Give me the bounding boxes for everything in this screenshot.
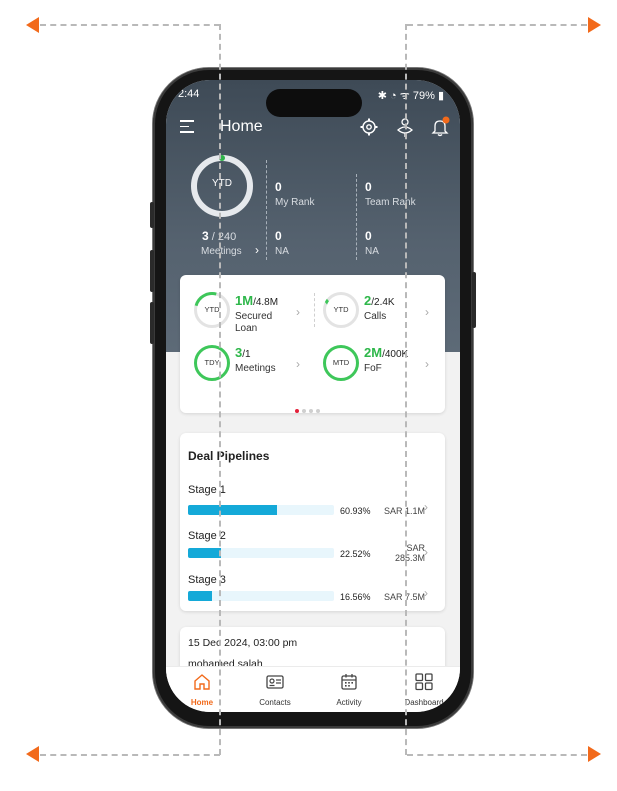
app-screen: 2:44 ✱ ◔ ᯤ 79% ▮ Home YTD 3 / 240 Meetin…	[166, 80, 460, 712]
na-label-2: NA	[365, 246, 379, 257]
kpi-ring-meetings: TDY	[194, 345, 230, 381]
arrow-bottom-right-icon	[588, 746, 601, 762]
bell-icon[interactable]	[429, 116, 451, 138]
kpi-ring-fof: MTD	[323, 345, 359, 381]
nav-contacts-label: Contacts	[259, 698, 291, 707]
my-rank-label: My Rank	[275, 197, 315, 208]
kpi-ring-secured-loan: YTD	[187, 285, 237, 335]
kpi-meetings-chevron-icon[interactable]: ›	[296, 357, 300, 371]
kpi-label-fof: FoF	[364, 363, 382, 374]
arrow-top-left-icon	[26, 17, 39, 33]
kpi-value-meetings: 3/1	[235, 345, 251, 360]
stage-2-chevron-icon[interactable]: ›	[424, 545, 428, 559]
guide-line-vertical-left	[219, 24, 221, 755]
nav-activity-label: Activity	[336, 698, 362, 707]
meetings-chevron-icon[interactable]: ›	[255, 243, 259, 257]
stage-3-percent: 16.56%	[340, 592, 371, 602]
nav-dashboard-label: Dashboard	[404, 698, 444, 707]
team-rank-value: 0	[365, 180, 372, 194]
stage-2-progress-fill	[188, 548, 221, 558]
top-bar: Home	[166, 116, 460, 140]
stage-2-amount: SAR 285.3M	[394, 543, 425, 563]
nav-home-label: Home	[190, 698, 214, 707]
dynamic-island	[266, 89, 362, 117]
home-icon	[194, 674, 210, 690]
bottom-nav: Home Contacts Activity Dashboard	[166, 666, 460, 712]
guide-line-vertical-right	[405, 24, 407, 755]
kpi-label-secured-loan: Secured Loan	[235, 311, 273, 334]
stage-1-chevron-icon[interactable]: ›	[424, 500, 428, 514]
stage-3-progress-fill	[188, 591, 213, 601]
na-value-1: 0	[275, 229, 282, 243]
menu-icon[interactable]	[180, 120, 194, 134]
guide-line-top-left	[40, 24, 220, 26]
ytd-ring-label: YTD	[212, 178, 232, 189]
kpi-value-fof: 2M/400K	[364, 345, 409, 360]
kpi-label-calls: Calls	[364, 311, 387, 322]
guide-line-bottom-left	[40, 754, 220, 756]
arrow-top-right-icon	[588, 17, 601, 33]
kpi-fof-chevron-icon[interactable]: ›	[425, 357, 429, 371]
guide-line-top-right	[407, 24, 587, 26]
na-value-2: 0	[365, 229, 372, 243]
nav-dashboard[interactable]: Dashboard	[394, 673, 454, 707]
kpi-calls-chevron-icon[interactable]: ›	[425, 305, 429, 319]
phone-side-button	[150, 202, 154, 228]
summary-divider-1	[266, 160, 267, 260]
ytd-progress-ring: YTD	[191, 155, 253, 217]
na-label-1: NA	[275, 246, 289, 257]
gear-icon[interactable]	[358, 116, 380, 138]
guide-line-bottom-right	[407, 754, 587, 756]
page-title: Home	[220, 118, 263, 135]
phone-power-button	[472, 272, 476, 328]
deal-pipelines-title: Deal Pipelines	[188, 449, 270, 463]
status-battery: ✱ ◔ ᯤ 79% ▮	[377, 90, 444, 102]
stage-1-percent: 60.93%	[340, 506, 371, 516]
kpi-ring-calls: YTD	[323, 292, 359, 328]
activity-date: 15 Dec 2024, 03:00 pm	[188, 637, 298, 649]
team-rank-label: Team Rank	[365, 197, 416, 208]
kpi-divider	[314, 293, 315, 327]
nav-activity[interactable]: Activity	[319, 673, 379, 707]
stage-3-progress-bar	[188, 591, 334, 601]
my-rank-value: 0	[275, 180, 282, 194]
phone-volume-up	[150, 250, 154, 292]
calendar-icon	[341, 674, 357, 690]
phone-volume-down	[150, 302, 154, 344]
meetings-label: Meetings	[201, 246, 242, 257]
stage-1-progress-fill	[188, 505, 277, 515]
summary-divider-2	[356, 174, 357, 260]
kpi-secured-loan-chevron-icon[interactable]: ›	[296, 305, 300, 319]
nav-home[interactable]: Home	[172, 673, 232, 707]
kpi-value-calls: 2/2.4K	[364, 293, 395, 308]
stage-2-progress-bar	[188, 548, 334, 558]
grid-icon	[415, 673, 433, 691]
nav-contacts[interactable]: Contacts	[245, 673, 305, 707]
stage-2-percent: 22.52%	[340, 549, 371, 559]
carousel-pagination[interactable]	[295, 400, 323, 418]
kpi-value-secured-loan: 1M/4.8M	[235, 293, 279, 308]
stage-3-chevron-icon[interactable]: ›	[424, 586, 428, 600]
arrow-bottom-left-icon	[26, 746, 39, 762]
status-time: 2:44	[178, 88, 200, 100]
kpi-label-meetings: Meetings	[235, 363, 276, 374]
contact-card-icon	[266, 675, 284, 689]
stage-1-progress-bar	[188, 505, 334, 515]
